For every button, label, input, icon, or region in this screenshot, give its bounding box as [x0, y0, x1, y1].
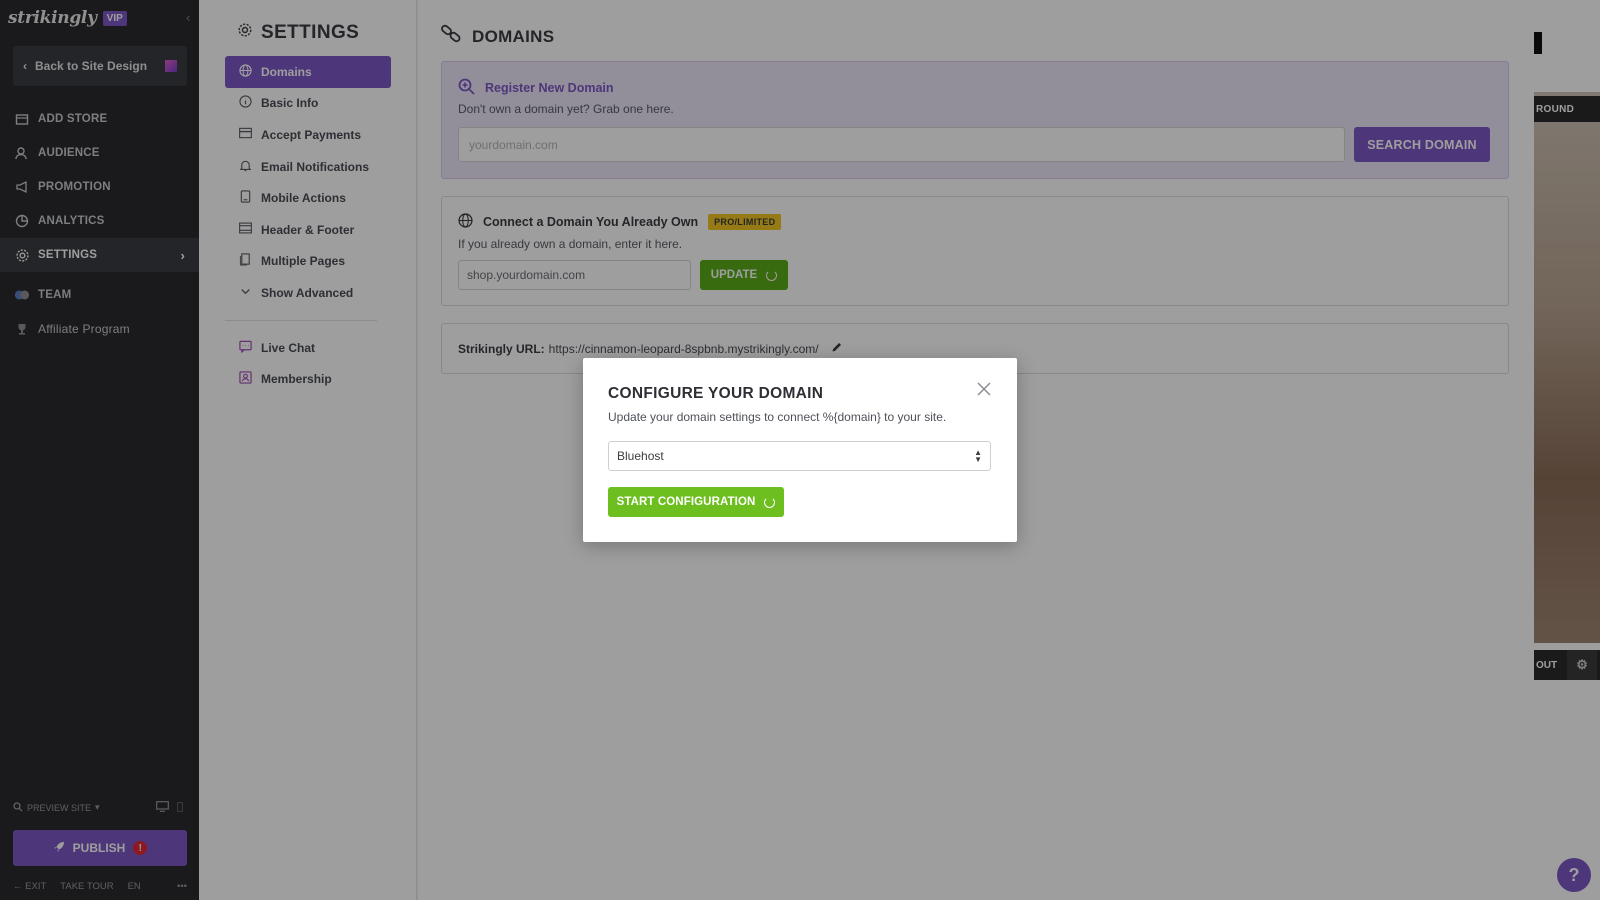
- select-arrows-icon: ▲ ▼: [974, 448, 982, 464]
- modal-title: CONFIGURE YOUR DOMAIN: [608, 385, 824, 402]
- provider-select-value: Bluehost: [617, 449, 664, 463]
- configure-domain-modal: CONFIGURE YOUR DOMAIN Update your domain…: [583, 358, 1017, 542]
- close-icon[interactable]: [975, 380, 993, 398]
- spinner-icon: [764, 496, 776, 508]
- start-configuration-label: START CONFIGURATION: [616, 496, 756, 508]
- start-configuration-button[interactable]: START CONFIGURATION: [608, 487, 784, 517]
- provider-select[interactable]: Bluehost ▲ ▼: [608, 441, 991, 471]
- modal-subtitle: Update your domain settings to connect %…: [608, 410, 947, 424]
